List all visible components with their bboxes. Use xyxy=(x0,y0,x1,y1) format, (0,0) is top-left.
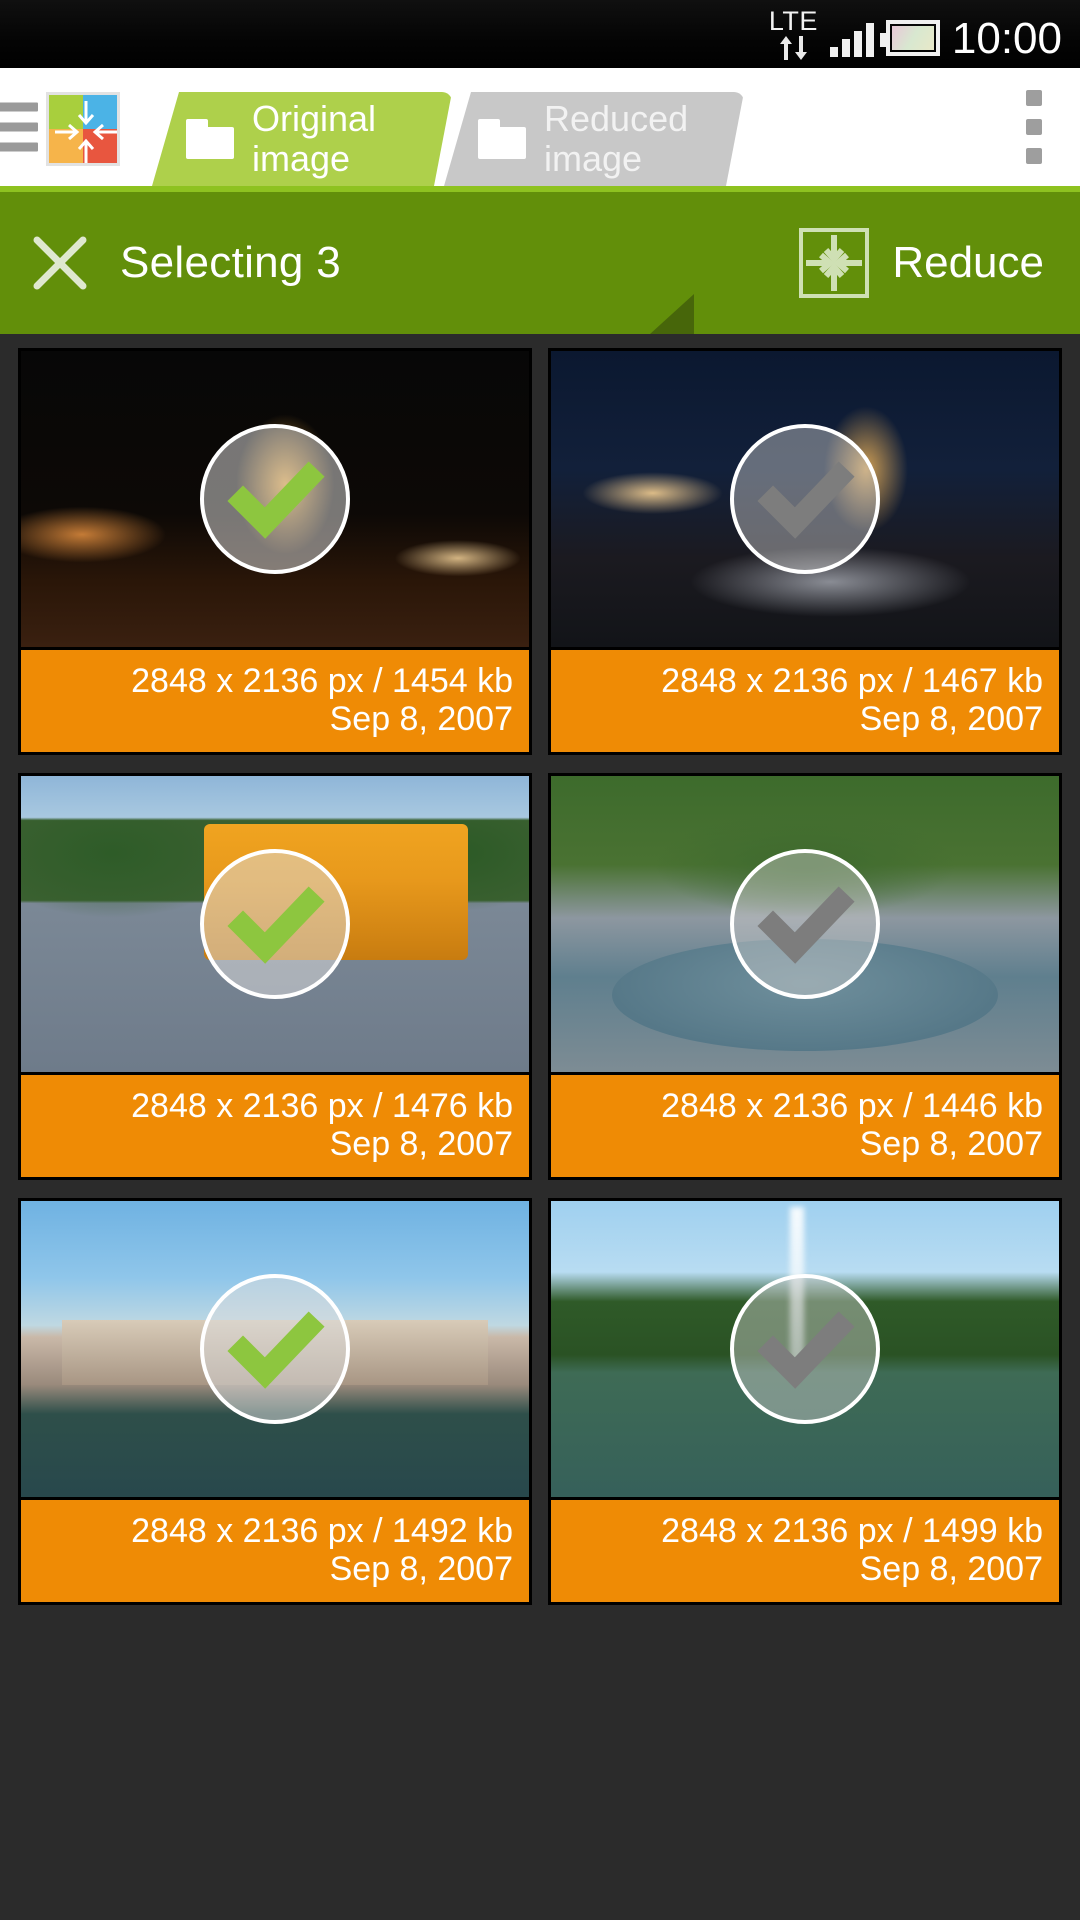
grid-item[interactable]: 2848 x 2136 px / 1492 kb Sep 8, 2007 xyxy=(18,1198,532,1606)
image-dimensions: 2848 x 2136 px / 1476 kb xyxy=(131,1087,513,1126)
image-dimensions: 2848 x 2136 px / 1467 kb xyxy=(661,662,1043,700)
tab-reduced-label-line1: Reduced xyxy=(544,98,689,139)
thumbnail[interactable] xyxy=(18,1198,532,1501)
selected-check-icon[interactable] xyxy=(200,849,350,1000)
grid-item[interactable]: 2848 x 2136 px / 1446 kb Sep 8, 2007 xyxy=(548,773,1062,1181)
network-indicator: LTE xyxy=(769,8,818,60)
selected-check-icon[interactable] xyxy=(200,1274,350,1425)
thumbnail[interactable] xyxy=(548,773,1062,1076)
data-up-arrow-icon xyxy=(779,36,792,60)
image-caption: 2848 x 2136 px / 1446 kb Sep 8, 2007 xyxy=(548,1075,1062,1181)
grid-item[interactable]: 2848 x 2136 px / 1454 kb Sep 8, 2007 xyxy=(18,348,532,756)
unselected-check-icon[interactable] xyxy=(730,424,880,574)
reduce-icon xyxy=(798,227,870,299)
image-caption: 2848 x 2136 px / 1499 kb Sep 8, 2007 xyxy=(548,1500,1062,1606)
tab-original-label-line1: Original xyxy=(252,98,377,139)
image-date: Sep 8, 2007 xyxy=(859,700,1043,739)
reduce-button[interactable]: Reduce xyxy=(798,227,1044,299)
image-caption: 2848 x 2136 px / 1492 kb Sep 8, 2007 xyxy=(18,1500,532,1606)
thumbnail[interactable] xyxy=(18,773,532,1076)
selection-action-bar: Selecting 3 Reduce xyxy=(0,186,1080,334)
signal-bars-icon xyxy=(829,23,874,57)
status-clock: 10:00 xyxy=(951,14,1062,63)
image-grid: 2848 x 2136 px / 1454 kb Sep 8, 2007 2848 … xyxy=(0,334,1080,1606)
image-date: Sep 8, 2007 xyxy=(329,1550,513,1589)
image-dimensions: 2848 x 2136 px / 1454 kb xyxy=(131,662,513,700)
hamburger-icon[interactable] xyxy=(0,102,38,152)
title-dropdown-caret xyxy=(650,294,694,334)
close-x-icon xyxy=(33,236,87,290)
image-dimensions: 2848 x 2136 px / 1446 kb xyxy=(661,1087,1043,1126)
network-label: LTE xyxy=(768,6,818,36)
image-dimensions: 2848 x 2136 px / 1492 kb xyxy=(131,1512,513,1551)
grid-item[interactable]: 2848 x 2136 px / 1467 kb Sep 8, 2007 xyxy=(548,348,1062,756)
grid-item[interactable]: 2848 x 2136 px / 1476 kb Sep 8, 2007 xyxy=(18,773,532,1181)
thumbnail[interactable] xyxy=(18,348,532,650)
image-caption: 2848 x 2136 px / 1476 kb Sep 8, 2007 xyxy=(18,1075,532,1181)
unselected-check-icon[interactable] xyxy=(730,1274,880,1425)
tab-strip: Original image Reduced image xyxy=(152,92,744,186)
unselected-check-icon[interactable] xyxy=(730,849,880,1000)
battery-icon xyxy=(879,20,940,56)
tab-reduced-label-line2: image xyxy=(544,138,643,179)
close-selection-button[interactable] xyxy=(0,189,120,337)
tab-original-image[interactable]: Original image xyxy=(152,92,452,186)
folder-icon xyxy=(186,119,234,159)
image-date: Sep 8, 2007 xyxy=(329,700,513,739)
image-date: Sep 8, 2007 xyxy=(859,1125,1043,1164)
status-bar: LTE 10:00 xyxy=(0,0,1080,68)
image-date: Sep 8, 2007 xyxy=(859,1550,1043,1589)
title-bar: Original image Reduced image xyxy=(0,68,1080,186)
grid-item[interactable]: 2848 x 2136 px / 1499 kb Sep 8, 2007 xyxy=(548,1198,1062,1606)
app-logo xyxy=(46,92,120,166)
overflow-menu-icon[interactable] xyxy=(1026,90,1042,164)
thumbnail[interactable] xyxy=(548,348,1062,650)
folder-icon xyxy=(478,119,526,159)
image-caption: 2848 x 2136 px / 1454 kb Sep 8, 2007 xyxy=(18,650,532,756)
reduce-arrows-icon xyxy=(55,101,117,163)
thumbnail[interactable] xyxy=(548,1198,1062,1501)
reduce-label: Reduce xyxy=(892,238,1044,287)
image-dimensions: 2848 x 2136 px / 1499 kb xyxy=(661,1512,1043,1551)
data-down-arrow-icon xyxy=(794,36,807,60)
image-date: Sep 8, 2007 xyxy=(329,1125,513,1164)
tab-reduced-image[interactable]: Reduced image xyxy=(444,92,744,186)
tab-original-label-line2: image xyxy=(252,138,351,179)
selected-check-icon[interactable] xyxy=(200,424,350,574)
selection-title: Selecting 3 xyxy=(120,238,342,287)
image-caption: 2848 x 2136 px / 1467 kb Sep 8, 2007 xyxy=(548,650,1062,756)
